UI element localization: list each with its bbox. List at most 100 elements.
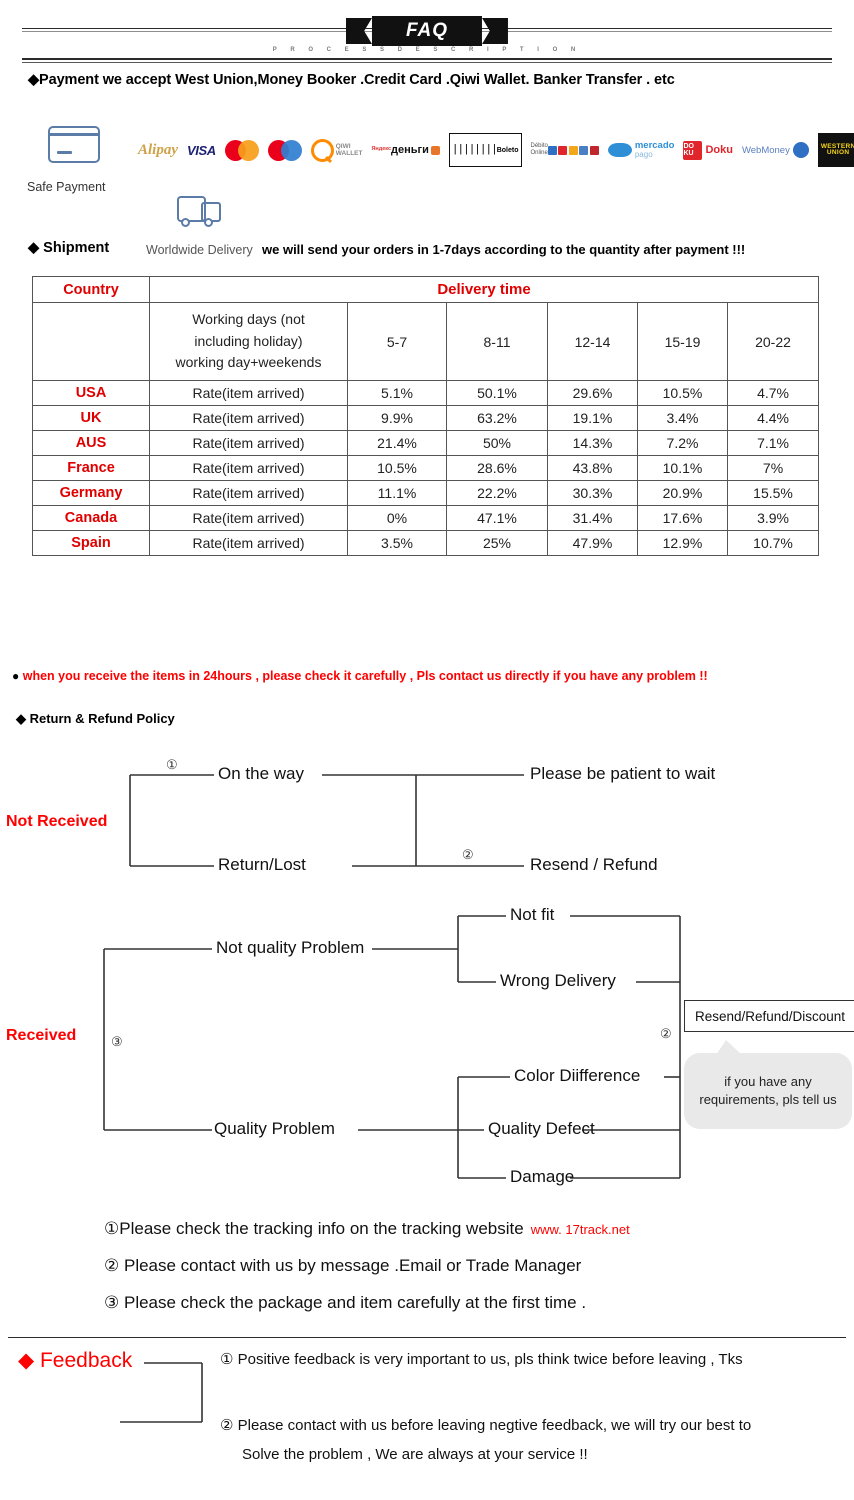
table-subheader-working-days: Working days (not including holiday) wor… xyxy=(149,301,348,382)
row-rate-label: Rate(item arrived) xyxy=(149,405,348,432)
table-header-country: Country xyxy=(32,276,150,303)
row-cell: 7.2% xyxy=(637,430,728,457)
row-rate-label: Rate(item arrived) xyxy=(149,505,348,532)
safe-payment-label: Safe Payment xyxy=(27,180,106,194)
step-number: ① xyxy=(104,1219,120,1238)
row-cell: 28.6% xyxy=(446,455,548,482)
shipment-heading: ◆ Shipment xyxy=(28,240,110,256)
worldwide-delivery-label: Worldwide Delivery xyxy=(146,243,253,257)
row-cell: 30.3% xyxy=(547,480,638,507)
row-cell: 12.9% xyxy=(637,530,728,557)
qiwi-line2: WALLET xyxy=(335,150,363,157)
row-cell: 47.9% xyxy=(547,530,638,557)
credit-card-icon xyxy=(48,126,100,163)
feedback-item-1: ① Positive feedback is very important to… xyxy=(220,1351,743,1368)
row-country: France xyxy=(32,455,150,482)
row-cell: 50.1% xyxy=(446,380,548,407)
debito-online-logo-icon: Débito Online xyxy=(531,135,599,165)
table-header-delivery-time: Delivery time xyxy=(148,276,820,303)
wd-line1: Working days (not xyxy=(192,311,305,327)
row-cell: 20.9% xyxy=(637,480,728,507)
table-col-range-2: 12-14 xyxy=(547,301,638,382)
row-country: AUS xyxy=(32,430,150,457)
flow-received-num-3: ③ xyxy=(111,1034,123,1049)
resend-refund-discount-box: Resend/Refund/Discount xyxy=(684,1000,854,1032)
flow-result-be-patient: Please be patient to wait xyxy=(530,764,716,783)
delivery-truck-icon xyxy=(177,196,221,227)
doku-label: Doku xyxy=(705,144,733,156)
ribbon-right-flag-icon xyxy=(482,18,509,44)
feedback-items: ① Positive feedback is very important to… xyxy=(220,1349,840,1463)
western-union-logo-icon: WESTERN UNION ||| xyxy=(817,133,854,167)
step-text: Please check the tracking info on the tr… xyxy=(119,1219,524,1238)
flow-not-received-num-1: ① xyxy=(166,757,178,772)
feedback-item-2: ② Please contact with us before leaving … xyxy=(220,1416,752,1434)
row-cell: 43.8% xyxy=(547,455,638,482)
instruction-step: ② Please contact with us by message .Ema… xyxy=(104,1256,844,1276)
yandex-money-logo-icon: Яндекс деньги xyxy=(371,135,440,165)
step-number: ③ xyxy=(104,1293,120,1312)
page-title: FAQ xyxy=(405,20,449,41)
row-cell: 10.5% xyxy=(637,380,728,407)
row-country: UK xyxy=(32,405,150,432)
flow-result-resend-refund: Resend / Refund xyxy=(530,855,658,874)
flow-received-num-2: ② xyxy=(660,1026,672,1041)
row-cell: 22.2% xyxy=(446,480,548,507)
table-col-range-3: 15-19 xyxy=(637,301,728,382)
flow-branch-on-the-way: On the way xyxy=(218,764,304,783)
flow-leaf-wrong-delivery: Wrong Delivery xyxy=(500,971,616,990)
table-subheader-row: Working days (not including holiday) wor… xyxy=(32,301,820,382)
row-country: Spain xyxy=(32,530,150,557)
row-country: Germany xyxy=(32,480,150,507)
flow-not-received-num-2: ② xyxy=(462,847,474,862)
table-row: France Rate(item arrived) 10.5% 28.6% 43… xyxy=(32,455,820,482)
bubble-line-1: if you have any xyxy=(724,1074,812,1090)
faq-title-plate: FAQ xyxy=(371,16,483,46)
table-row: Germany Rate(item arrived) 11.1% 22.2% 3… xyxy=(32,480,820,507)
flow-branch-not-quality-problem: Not quality Problem xyxy=(216,938,365,957)
instruction-steps: ①Please check the tracking info on the t… xyxy=(104,1219,844,1330)
tracking-website-link[interactable]: www. 17track.net xyxy=(531,1222,630,1237)
webmoney-logo-icon: WebMoney xyxy=(742,135,809,165)
row-cell: 17.6% xyxy=(637,505,728,532)
row-cell: 3.4% xyxy=(637,405,728,432)
row-cell: 10.7% xyxy=(726,530,820,557)
boleto-label: Boleto xyxy=(496,146,519,154)
alipay-logo-icon: Alipay xyxy=(138,141,178,158)
step-text: Please contact with us by message .Email… xyxy=(123,1256,582,1275)
instruction-step: ①Please check the tracking info on the t… xyxy=(104,1219,844,1239)
row-rate-label: Rate(item arrived) xyxy=(149,455,348,482)
wd-line2: including holiday) xyxy=(194,332,303,349)
row-cell: 7.1% xyxy=(726,430,820,457)
flow-leaf-not-fit: Not fit xyxy=(510,905,555,924)
feedback-item-2-continued: Solve the problem , We are always at you… xyxy=(242,1445,588,1463)
row-rate-label: Rate(item arrived) xyxy=(149,530,348,557)
table-row: Spain Rate(item arrived) 3.5% 25% 47.9% … xyxy=(32,530,820,557)
return-refund-policy-heading: ◆ Return & Refund Policy xyxy=(16,711,175,726)
row-cell: 15.5% xyxy=(726,480,820,507)
row-cell: 4.7% xyxy=(726,380,820,407)
table-col-range-1: 8-11 xyxy=(446,301,548,382)
payment-heading: ◆Payment we accept West Union,Money Book… xyxy=(28,72,675,88)
feedback-heading: ◆ Feedback xyxy=(18,1349,133,1372)
table-row: AUS Rate(item arrived) 21.4% 50% 14.3% 7… xyxy=(32,430,820,457)
flow-not-received-root: Not Received xyxy=(6,813,108,830)
shipment-note: we will send your orders in 1-7days acco… xyxy=(262,242,746,257)
flow-received-root: Received xyxy=(6,1027,77,1044)
row-cell: 3.9% xyxy=(726,505,820,532)
row-cell: 0% xyxy=(347,505,447,532)
row-country: Canada xyxy=(32,505,150,532)
step-number: ② xyxy=(104,1256,120,1275)
row-country: USA xyxy=(32,380,150,407)
flow-leaf-damage: Damage xyxy=(510,1167,575,1186)
yandex-line1: Яндекс xyxy=(371,146,392,153)
row-cell: 5.1% xyxy=(347,380,447,407)
table-row: USA Rate(item arrived) 5.1% 50.1% 29.6% … xyxy=(32,380,820,407)
banner-rule-bottom-2 xyxy=(22,62,832,63)
faq-page: FAQ P R O C E S S D E S C R I P T I O N … xyxy=(0,0,854,1500)
row-cell: 10.5% xyxy=(347,455,447,482)
table-col-range-0: 5-7 xyxy=(347,301,447,382)
mercado-pago-logo-icon: mercado pago xyxy=(607,135,674,165)
doku-mark: DO KU xyxy=(683,140,703,160)
row-cell: 31.4% xyxy=(547,505,638,532)
